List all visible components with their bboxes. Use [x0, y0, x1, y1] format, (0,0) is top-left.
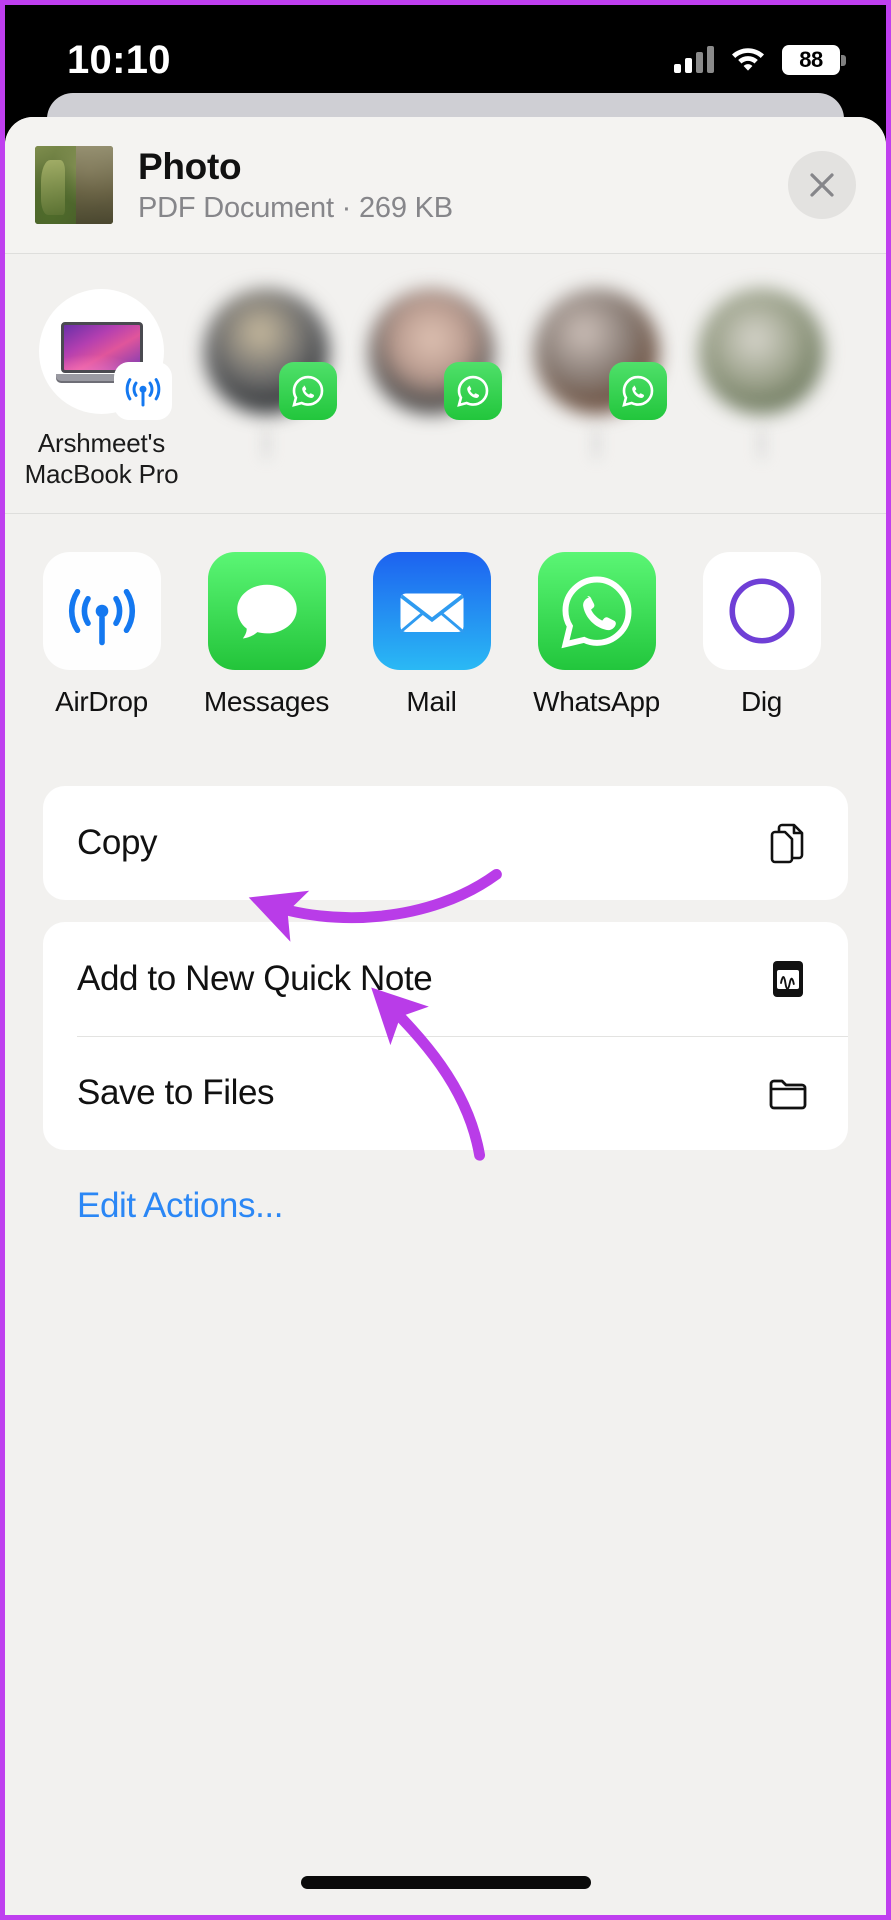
share-app-label: AirDrop	[55, 686, 148, 717]
home-indicator[interactable]	[300, 1876, 591, 1889]
share-target-macbook[interactable]: Arshmeet's MacBook Pro	[19, 289, 184, 490]
document-info: Photo PDF Document · 269 KB	[138, 146, 453, 225]
phone-screen: 10:10 88 Photo PDF Document · 269 KB Ars…	[0, 0, 891, 1920]
share-targets-row[interactable]: Arshmeet's MacBook Pro	[5, 254, 886, 514]
status-time: 10:10	[67, 37, 171, 82]
airdrop-badge	[114, 362, 172, 420]
share-app-airdrop[interactable]: AirDrop	[19, 552, 184, 718]
share-apps-row[interactable]: AirDrop Messages Mail WhatsApp Dig	[5, 514, 886, 764]
share-app-label: WhatsApp	[533, 686, 660, 717]
share-target-contact[interactable]	[184, 289, 349, 459]
avatar	[39, 289, 172, 420]
share-sheet: Photo PDF Document · 269 KB Arshmeet's M…	[5, 117, 886, 1915]
messages-icon	[207, 552, 326, 670]
avatar	[699, 289, 824, 414]
share-target-contact[interactable]	[349, 289, 514, 459]
edit-actions-button[interactable]: Edit Actions...	[43, 1172, 283, 1226]
folder-icon	[760, 1065, 816, 1121]
quick-note-icon	[760, 951, 816, 1007]
battery-percent: 88	[799, 47, 823, 72]
share-app-digital-touch[interactable]: Dig	[679, 552, 844, 718]
share-app-label: Dig	[740, 686, 783, 717]
share-target-label: Arshmeet's MacBook Pro	[24, 428, 179, 489]
action-save-to-files[interactable]: Save to Files	[43, 1036, 848, 1150]
action-group: Copy	[43, 786, 848, 900]
copy-documents-icon	[760, 815, 816, 871]
action-copy[interactable]: Copy	[43, 786, 848, 900]
action-label: Copy	[77, 823, 158, 862]
share-target-label	[428, 428, 435, 459]
share-target-contact[interactable]	[514, 289, 679, 459]
whatsapp-badge	[279, 362, 337, 420]
document-title: Photo	[138, 145, 242, 187]
mail-icon	[372, 552, 491, 670]
wifi-icon	[730, 44, 766, 76]
status-indicators: 88	[674, 44, 846, 76]
share-app-label: Messages	[203, 686, 330, 717]
document-thumbnail	[35, 146, 113, 224]
close-icon	[810, 173, 834, 197]
airdrop-icon	[125, 378, 161, 407]
share-app-whatsapp[interactable]: WhatsApp	[514, 552, 679, 718]
whatsapp-icon	[537, 552, 656, 670]
whatsapp-icon	[457, 375, 489, 407]
avatar	[369, 289, 502, 420]
digital-touch-icon	[702, 552, 821, 670]
share-target-label	[757, 428, 766, 459]
share-app-messages[interactable]: Messages	[184, 552, 349, 718]
share-target-label	[262, 428, 271, 459]
whatsapp-icon	[292, 375, 324, 407]
whatsapp-badge	[609, 362, 667, 420]
action-add-to-new-quick-note[interactable]: Add to New Quick Note	[43, 922, 848, 1036]
avatar	[204, 289, 337, 420]
battery-icon: 88	[782, 45, 846, 75]
avatar	[534, 289, 667, 420]
share-app-mail[interactable]: Mail	[349, 552, 514, 718]
action-list: Copy Add to New Quick Note Save to Files…	[5, 786, 886, 1226]
share-target-label	[592, 428, 601, 459]
document-subtitle: PDF Document · 269 KB	[138, 191, 453, 224]
share-sheet-header: Photo PDF Document · 269 KB	[5, 117, 886, 254]
share-target-contact[interactable]	[679, 289, 844, 459]
action-group: Add to New Quick Note Save to Files	[43, 922, 848, 1150]
whatsapp-badge	[444, 362, 502, 420]
close-button[interactable]	[788, 151, 856, 219]
cellular-signal-icon	[674, 46, 714, 73]
action-label: Save to Files	[77, 1073, 275, 1112]
airdrop-icon	[42, 552, 161, 670]
share-app-label: Mail	[406, 686, 457, 717]
action-label: Add to New Quick Note	[77, 959, 433, 998]
whatsapp-icon	[622, 375, 654, 407]
